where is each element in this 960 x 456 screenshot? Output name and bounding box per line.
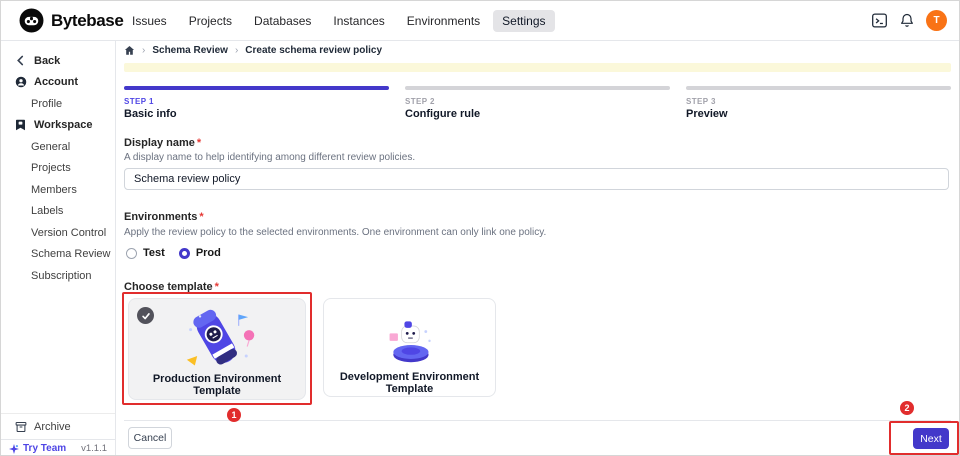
version-label: v1.1.1 (81, 443, 107, 454)
radio-test[interactable]: Test (126, 247, 165, 259)
top-navbar: Bytebase Issues Projects Databases Insta… (1, 1, 960, 41)
sidebar-footer: Try Team v1.1.1 (1, 439, 115, 456)
breadcrumb-create-policy: Create schema review policy (245, 45, 382, 56)
template-card-title: Development Environment Template (324, 371, 495, 395)
highlight-bar (124, 63, 951, 72)
required-asterisk: * (215, 281, 219, 293)
choose-template-label: Choose template* (124, 281, 219, 293)
nav-item-databases[interactable]: Databases (245, 10, 320, 32)
radio-circle-icon (179, 248, 190, 259)
required-asterisk: * (199, 211, 203, 223)
wizard-stepper: STEP 1 Basic info STEP 2 Configure rule … (124, 86, 951, 120)
brand[interactable]: Bytebase (1, 8, 123, 33)
sparkle-icon (9, 444, 19, 454)
display-name-input[interactable] (124, 168, 949, 190)
step-progress-bar (405, 86, 670, 90)
navbar-right: T (871, 10, 960, 31)
next-button[interactable]: Next (913, 428, 949, 449)
nav-item-instances[interactable]: Instances (324, 10, 393, 32)
breadcrumb: › Schema Review › Create schema review p… (124, 45, 382, 56)
try-team-label: Try Team (23, 443, 66, 454)
sidebar-section-label: Account (34, 76, 78, 88)
bytebase-logo-icon (19, 8, 44, 33)
back-label: Back (34, 55, 60, 67)
footer-divider (124, 420, 951, 421)
production-template-illustration (129, 307, 305, 373)
sidebar-section-workspace[interactable]: Workspace (1, 115, 115, 137)
template-card-production[interactable]: Production Environment Template (128, 298, 306, 400)
user-circle-icon (14, 76, 27, 88)
development-template-illustration (324, 313, 495, 365)
breadcrumb-schema-review[interactable]: Schema Review (152, 45, 228, 56)
step-basic-info: STEP 1 Basic info (124, 86, 389, 120)
template-card-title: Production Environment Template (129, 373, 305, 397)
user-avatar[interactable]: T (926, 10, 947, 31)
environments-description: Apply the review policy to the selected … (124, 227, 546, 238)
environments-label: Environments* (124, 211, 204, 223)
back-button[interactable]: Back (1, 50, 115, 72)
nav-item-issues[interactable]: Issues (123, 10, 176, 32)
main-nav: Issues Projects Databases Instances Envi… (123, 10, 555, 32)
sidebar-item-projects[interactable]: Projects (1, 158, 115, 180)
sidebar-item-general[interactable]: General (1, 136, 115, 158)
sidebar-item-profile[interactable]: Profile (1, 93, 115, 115)
nav-item-environments[interactable]: Environments (398, 10, 489, 32)
template-card-development[interactable]: Development Environment Template (323, 298, 496, 397)
step-progress-bar (124, 86, 389, 90)
step-preview: STEP 3 Preview (686, 86, 951, 120)
radio-circle-icon (126, 248, 137, 259)
nav-item-projects[interactable]: Projects (180, 10, 241, 32)
sidebar-archive-row-wrap: Archive (1, 413, 115, 439)
display-name-description: A display name to help identifying among… (124, 152, 415, 163)
radio-prod[interactable]: Prod (179, 247, 221, 259)
step-progress-bar (686, 86, 951, 90)
sidebar-item-subscription[interactable]: Subscription (1, 265, 115, 287)
annotation-badge-2: 2 (900, 401, 914, 415)
bell-icon[interactable] (899, 12, 915, 29)
sidebar-item-labels[interactable]: Labels (1, 201, 115, 223)
chevron-left-icon (14, 55, 27, 66)
workspace-icon (14, 119, 27, 131)
breadcrumb-separator: › (142, 45, 145, 56)
settings-sidebar: Back Account Profile Workspace General P… (1, 41, 116, 456)
archive-button[interactable]: Archive (1, 414, 115, 439)
archive-icon (14, 421, 27, 433)
required-asterisk: * (197, 137, 201, 149)
sidebar-section-label: Workspace (34, 119, 93, 131)
sidebar-item-schema-review[interactable]: Schema Review (1, 244, 115, 266)
try-team-button[interactable]: Try Team (9, 443, 66, 454)
cancel-button[interactable]: Cancel (128, 427, 172, 449)
environment-radio-group: Test Prod (126, 247, 221, 259)
sidebar-section-account[interactable]: Account (1, 72, 115, 94)
nav-item-settings[interactable]: Settings (493, 10, 554, 32)
sidebar-item-members[interactable]: Members (1, 179, 115, 201)
sidebar-item-version-control[interactable]: Version Control (1, 222, 115, 244)
brand-name: Bytebase (51, 11, 123, 31)
terminal-icon[interactable] (871, 12, 888, 29)
breadcrumb-separator: › (235, 45, 238, 56)
step-configure-rule: STEP 2 Configure rule (405, 86, 670, 120)
app-window: Bytebase Issues Projects Databases Insta… (0, 0, 960, 456)
display-name-label: Display name* (124, 137, 201, 149)
home-icon[interactable] (124, 45, 135, 56)
